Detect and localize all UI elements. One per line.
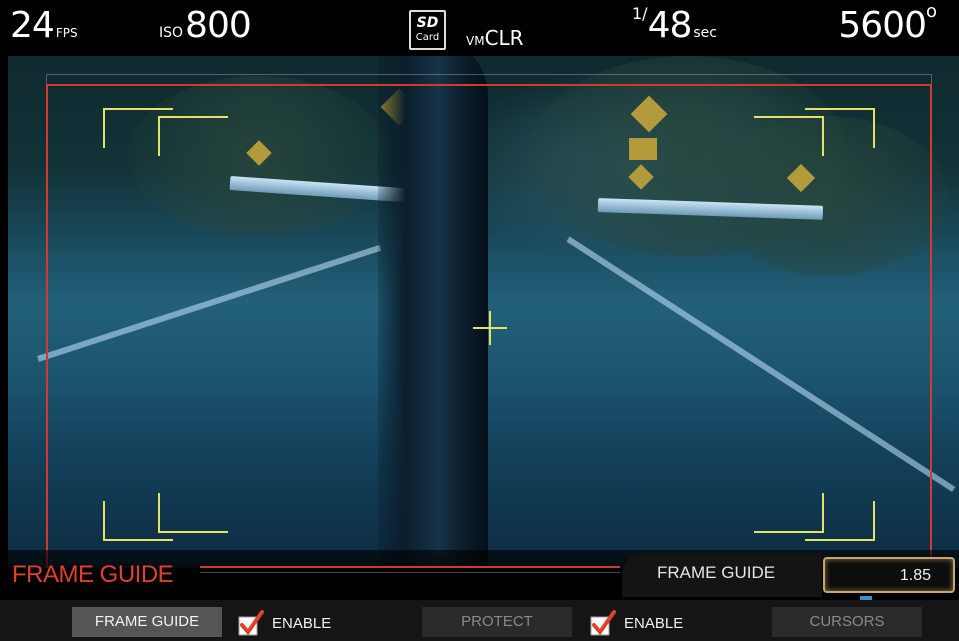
tab-cursors[interactable]: CURSORS <box>772 607 922 637</box>
frame-guide-param-label: FRAME GUIDE <box>657 563 776 582</box>
checkmark-icon <box>238 610 264 636</box>
shutter-unit: sec <box>693 25 717 41</box>
menu-divider <box>200 566 620 568</box>
menu-title: FRAME GUIDE <box>12 561 174 588</box>
sd-card-icon: SD Card <box>409 10 446 50</box>
checkmark-icon <box>590 610 616 636</box>
fps-unit: FPS <box>55 26 78 40</box>
tab-frame-guide[interactable]: FRAME GUIDE <box>72 607 222 637</box>
white-balance-readout: 5600o <box>838 1 937 46</box>
sd-logo: SD <box>416 15 439 31</box>
camera-viewfinder <box>8 56 959 568</box>
iso-readout: ISO800 <box>159 5 252 46</box>
status-bar: 24 FPS ISO800 SD Card VMCLR 1/48 sec 5600o <box>0 0 959 56</box>
iso-label: ISO <box>159 25 184 41</box>
enable-label: ENABLE <box>624 615 684 632</box>
iso-value: 800 <box>185 5 252 46</box>
vm-prefix: VM <box>466 34 485 48</box>
corner-marker <box>754 116 824 156</box>
view-mode-readout: VMCLR <box>466 26 524 50</box>
tab-protect[interactable]: PROTECT <box>422 607 572 637</box>
shutter-value: 48 <box>647 5 693 46</box>
frame-guide-enable-toggle[interactable]: ENABLE <box>238 608 358 638</box>
card-label: Card <box>415 32 440 43</box>
protect-enable-toggle[interactable]: ENABLE <box>590 608 710 638</box>
menu-divider <box>200 572 620 573</box>
corner-marker <box>158 493 228 533</box>
corner-marker <box>754 493 824 533</box>
vm-value: CLR <box>484 26 524 50</box>
kelvin-unit: o <box>925 0 937 22</box>
shutter-readout: 1/48 sec <box>632 3 717 46</box>
frame-guide-value: 1.85 <box>899 567 931 584</box>
frame-guide-value-selector[interactable]: 1.85 <box>823 557 955 593</box>
corner-marker <box>158 116 228 156</box>
crosshair-icon <box>489 311 491 345</box>
fps-readout: 24 FPS <box>10 6 78 46</box>
shutter-numerator: 1/ <box>632 3 648 23</box>
enable-label: ENABLE <box>272 615 332 632</box>
fps-value: 24 <box>10 5 55 46</box>
kelvin-value: 5600 <box>838 5 927 46</box>
